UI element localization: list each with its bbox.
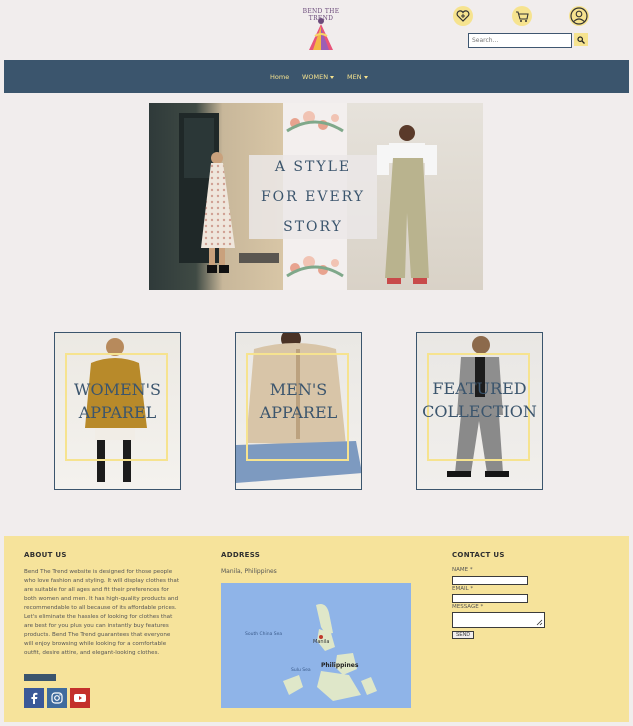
site-footer: ABOUT US Bend The Trend website is desig… <box>4 536 629 722</box>
hero-tagline: A STYLE FOR EVERY STORY <box>254 152 372 242</box>
search-button[interactable] <box>574 33 588 46</box>
chevron-down-icon <box>330 75 335 79</box>
address-text: Manila, Philippines <box>221 568 277 575</box>
category-card-featured-collection[interactable]: FEATURED COLLECTION <box>416 332 543 490</box>
chevron-down-icon <box>363 75 368 79</box>
name-label: NAME * <box>452 567 473 573</box>
message-label: MESSAGE * <box>452 604 484 610</box>
instagram-icon[interactable] <box>47 688 67 708</box>
card-title-line2: APPAREL <box>78 403 157 422</box>
email-field[interactable] <box>452 594 528 603</box>
card-title-line1: FEATURED <box>432 379 527 398</box>
search-input[interactable] <box>468 33 572 48</box>
about-us-text: Bend The Trend website is designed for t… <box>24 569 180 656</box>
message-field[interactable] <box>452 612 545 628</box>
nav-men-label: MEN <box>347 73 362 81</box>
send-button[interactable]: SEND <box>452 631 474 639</box>
category-card-mens-apparel[interactable]: MEN'S APPAREL <box>235 332 362 490</box>
address-heading: ADDRESS <box>221 551 261 559</box>
map-label-philippines: Philippines <box>321 662 359 669</box>
nav-men-dropdown[interactable]: MEN <box>347 73 368 81</box>
hero-tagline-line1: A STYLE FOR EVERY <box>260 159 366 205</box>
card-title-line1: MEN'S <box>269 380 328 399</box>
hero-banner: A STYLE FOR EVERY STORY <box>149 103 483 290</box>
nav-women-dropdown[interactable]: WOMEN <box>302 73 335 81</box>
card-title: FEATURED COLLECTION <box>417 377 542 423</box>
card-title-line1: WOMEN'S <box>74 380 161 399</box>
nav-home[interactable]: Home <box>270 73 289 81</box>
card-title: WOMEN'S APPAREL <box>55 378 180 424</box>
map-label-manila: Manila <box>313 639 329 645</box>
search-icon <box>577 35 585 44</box>
site-logo[interactable]: BEND THE TREND <box>293 8 349 52</box>
about-divider-bar <box>24 674 56 681</box>
resize-handle-icon[interactable] <box>535 618 543 626</box>
name-field[interactable] <box>452 576 528 585</box>
about-us-heading: ABOUT US <box>24 551 67 559</box>
embedded-map[interactable]: Manila Philippines South China Sea Sulu … <box>221 583 411 708</box>
facebook-icon[interactable] <box>24 688 44 708</box>
card-title-line2: COLLECTION <box>422 402 537 421</box>
hero-tagline-line2: STORY <box>283 219 343 235</box>
nav-women-label: WOMEN <box>302 73 329 81</box>
hero-tagline-box: A STYLE FOR EVERY STORY <box>249 155 377 239</box>
card-title-line2: APPAREL <box>259 403 338 422</box>
logo-figure-icon <box>309 18 333 50</box>
user-icon[interactable] <box>569 6 589 26</box>
category-card-womens-apparel[interactable]: WOMEN'S APPAREL <box>54 332 181 490</box>
contact-us-heading: CONTACT US <box>452 551 505 559</box>
card-title: MEN'S APPAREL <box>236 378 361 424</box>
youtube-icon[interactable] <box>70 688 90 708</box>
main-navbar: Home WOMEN MEN <box>4 60 629 93</box>
email-label: EMAIL * <box>452 586 474 592</box>
map-label-sulu-sea: Sulu Sea <box>291 667 311 673</box>
cart-icon[interactable] <box>512 6 532 26</box>
wishlist-heart-icon[interactable] <box>453 6 473 26</box>
map-label-south-china-sea: South China Sea <box>245 631 282 637</box>
